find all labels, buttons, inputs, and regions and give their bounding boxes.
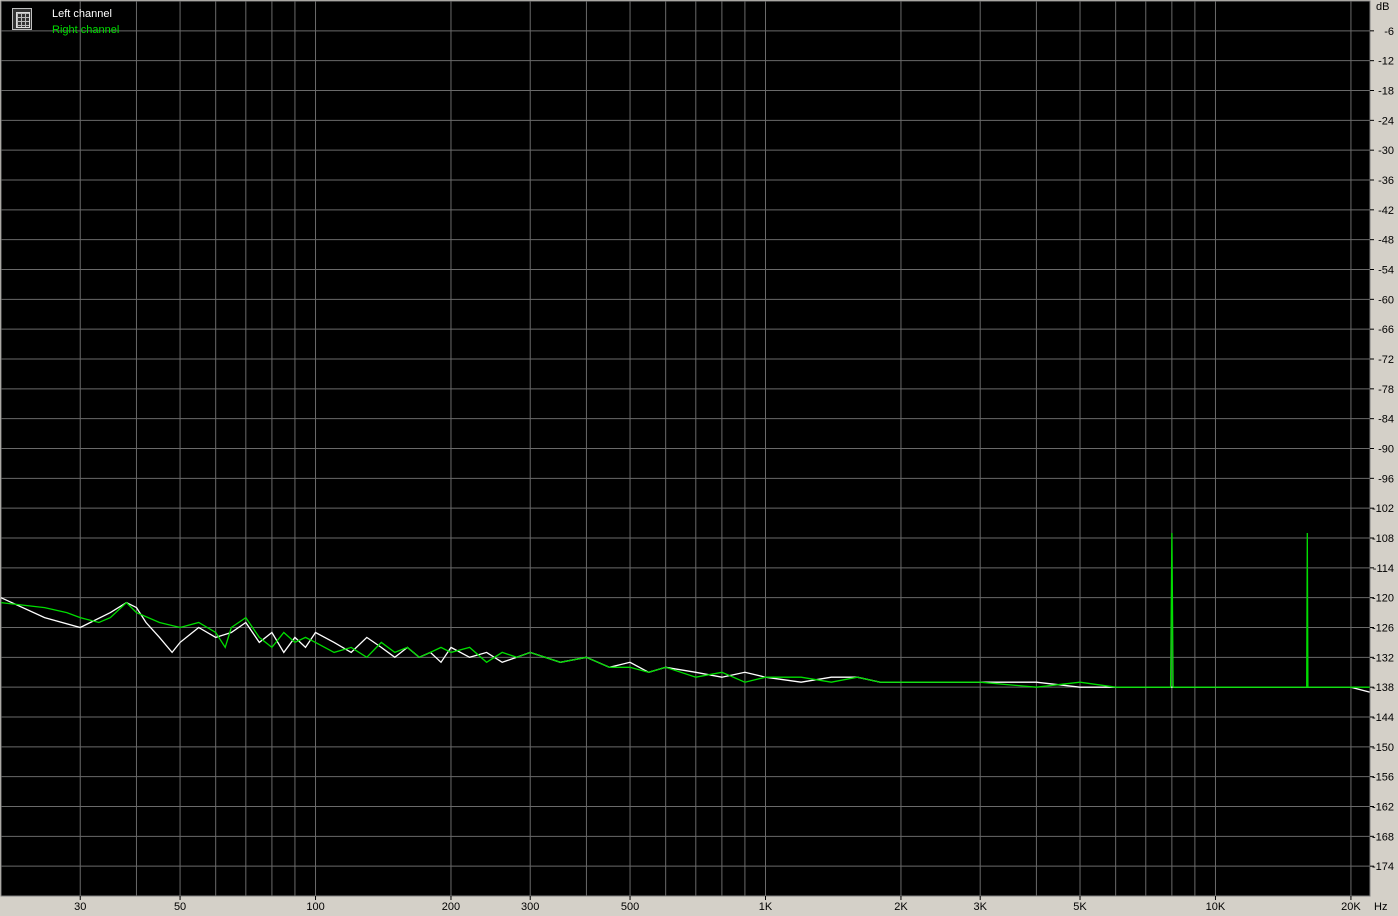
x-tick-label: 2K [894,901,908,913]
y-tick-label: -18 [1378,86,1394,98]
y-tick-label: -174 [1372,861,1394,873]
y-tick-label: -24 [1378,115,1394,127]
y-tick-label: -78 [1378,384,1394,396]
y-tick-label: -102 [1372,503,1394,515]
y-tick-label: -60 [1378,294,1394,306]
x-tick-label: 1K [759,901,773,913]
x-tick-label: 100 [306,901,324,913]
x-tick-label: 10K [1206,901,1226,913]
y-tick-label: -156 [1372,772,1394,784]
legend-label-left-channel: Left channel [52,8,112,20]
grid-icon[interactable] [12,8,32,30]
y-tick-label: -168 [1372,831,1394,843]
y-tick-label: -54 [1378,265,1394,277]
y-tick-label: -90 [1378,444,1394,456]
y-tick-label: -66 [1378,324,1394,336]
spectrum-chart: -6 -12 -18 -24 -30 -36 -42 -48 -54 -60 -66 -72 -78 -8… [0,0,1394,913]
y-tick-label: -30 [1378,145,1394,157]
y-tick-label: -144 [1372,712,1394,724]
y-tick-label: -48 [1378,235,1394,247]
y-tick-label: -84 [1378,414,1394,426]
y-unit-label: dB [1376,1,1389,13]
y-tick-label: -42 [1378,205,1394,217]
x-tick-label: 50 [174,901,186,913]
y-tick-label: -120 [1372,593,1394,605]
y-tick-label: -162 [1372,802,1394,814]
y-tick-label: -108 [1372,533,1394,545]
x-tick-label: 30 [74,901,86,913]
y-tick-label: -138 [1372,682,1394,694]
x-tick-label: 20K [1341,901,1361,913]
x-tick-label: 300 [521,901,539,913]
x-axis-ticks: 30 50 100 200 300 500 1K 2K 3K 5K 10K 20K [74,896,1361,913]
x-unit-label: Hz [1374,901,1387,913]
y-tick-label: -114 [1373,563,1394,575]
y-tick-label: -96 [1378,473,1394,485]
y-tick-label: -126 [1372,623,1394,635]
y-tick-label: -12 [1378,56,1394,68]
legend-label-right-channel: Right channel [52,24,120,36]
y-tick-label: -6 [1384,26,1394,38]
y-tick-label: -132 [1372,652,1394,664]
spectrum-analyzer-window: -6 -12 -18 -24 -30 -36 -42 -48 -54 -60 -66 -72 -78 -8… [0,0,1398,916]
y-tick-label: -72 [1378,354,1394,366]
x-tick-label: 5K [1073,901,1087,913]
y-axis-ticks: -6 -12 -18 -24 -30 -36 -42 -48 -54 -60 -66 -72 -78 -8… [1370,26,1394,873]
y-tick-label: -36 [1378,175,1394,187]
y-tick-label: -150 [1372,742,1394,754]
x-tick-label: 200 [442,901,460,913]
x-tick-label: 500 [621,901,639,913]
x-tick-label: 3K [973,901,987,913]
